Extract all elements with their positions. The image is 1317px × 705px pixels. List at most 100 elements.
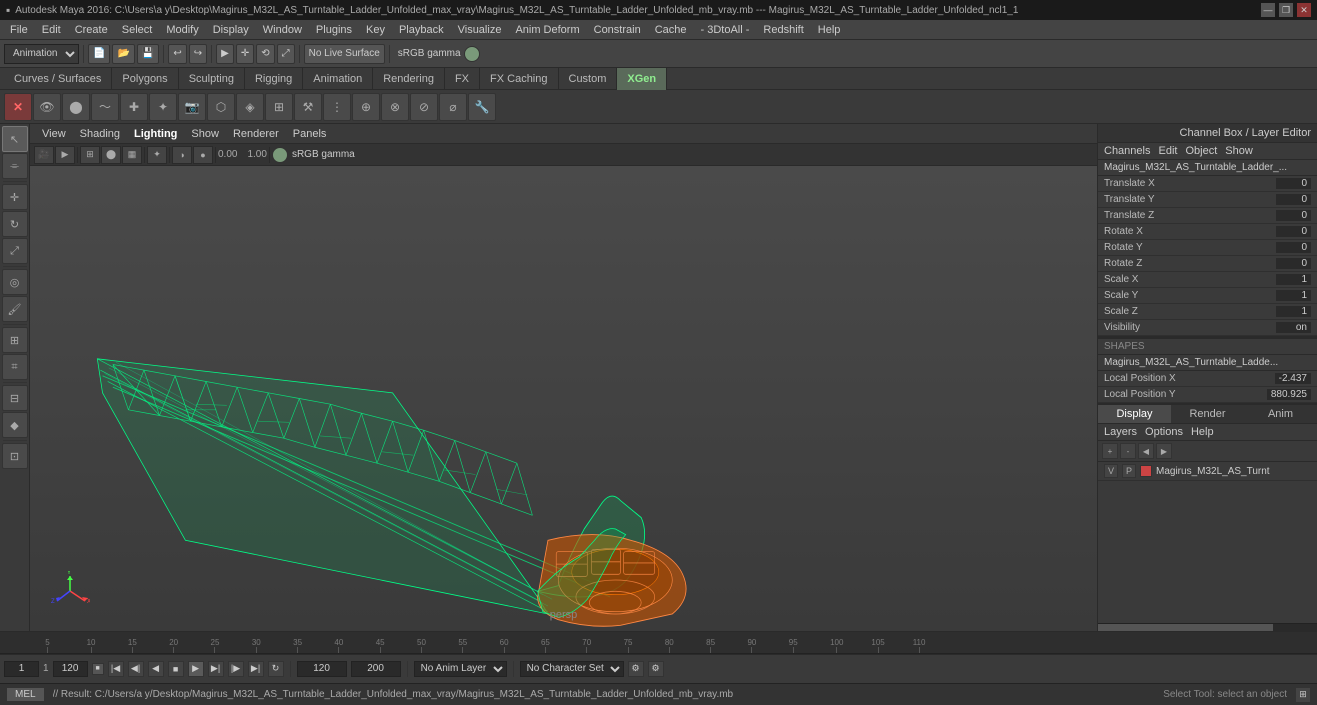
play-start-button[interactable]: |◀ xyxy=(108,661,124,677)
undo-button[interactable]: ↩ xyxy=(168,44,186,64)
menu-item-display[interactable]: Display xyxy=(207,22,255,38)
cb-menu-channels[interactable]: Channels xyxy=(1104,145,1150,157)
no-live-surface-button[interactable]: No Live Surface xyxy=(304,44,385,64)
shelf-icon-tool3[interactable]: ⊕ xyxy=(352,93,380,121)
shelf-tab-fx[interactable]: FX xyxy=(445,68,480,90)
menu-item-file[interactable]: File xyxy=(4,22,34,38)
channel-row[interactable]: Translate Y 0 xyxy=(1098,192,1317,208)
shelf-icon-tool4[interactable]: ⊗ xyxy=(381,93,409,121)
scale-button[interactable]: ⤢ xyxy=(277,44,295,64)
shelf-tab-polygons[interactable]: Polygons xyxy=(112,68,178,90)
shelf-icon-geom3[interactable]: ⊞ xyxy=(265,93,293,121)
menu-item-key[interactable]: Key xyxy=(360,22,391,38)
layer-visibility-button[interactable]: V xyxy=(1104,464,1118,478)
shelf-tab-sculpting[interactable]: Sculpting xyxy=(179,68,245,90)
script-editor-button[interactable]: ⊞ xyxy=(1295,687,1311,703)
menu-item-modify[interactable]: Modify xyxy=(160,22,204,38)
frame-display-btn[interactable]: ■ xyxy=(92,663,104,675)
anim-layer-dropdown[interactable]: No Anim Layer xyxy=(414,661,507,677)
vp-shade1-icon[interactable]: ◑ xyxy=(172,146,192,164)
save-file-button[interactable]: 💾 xyxy=(137,44,159,64)
rotate-button[interactable]: ⟲ xyxy=(256,44,274,64)
char-set-btn1[interactable]: ⚙ xyxy=(628,661,644,677)
menu-item-redshift[interactable]: Redshift xyxy=(757,22,809,38)
cb-menu-object[interactable]: Object xyxy=(1185,145,1217,157)
shelf-icon-camera[interactable]: 📷 xyxy=(178,93,206,121)
lasso-tool[interactable]: ⌯ xyxy=(2,153,28,179)
right-panel-scrollbar[interactable] xyxy=(1098,623,1317,631)
playback-end-input[interactable] xyxy=(351,661,401,677)
shelf-icon-curve[interactable]: 〜 xyxy=(91,93,119,121)
shelf-tab-rendering[interactable]: Rendering xyxy=(373,68,445,90)
layers-remove-icon[interactable]: - xyxy=(1120,443,1136,459)
shelf-icon-tool6[interactable]: ⌀ xyxy=(439,93,467,121)
next-frame-button[interactable]: |▶ xyxy=(228,661,244,677)
scrollbar-thumb[interactable] xyxy=(1098,624,1273,631)
shelf-icon-tool7[interactable]: 🔧 xyxy=(468,93,496,121)
stop-button[interactable]: ■ xyxy=(168,661,184,677)
channel-row[interactable]: Translate X 0 xyxy=(1098,176,1317,192)
loop-button[interactable]: ↻ xyxy=(268,661,284,677)
vp-select-icon[interactable]: ▶ xyxy=(55,146,75,164)
display-tab-render[interactable]: Render xyxy=(1171,405,1244,423)
shelf-icon-tool2[interactable]: ⋮ xyxy=(323,93,351,121)
vp-shade2-icon[interactable]: ● xyxy=(193,146,213,164)
shelf-icon-geom2[interactable]: ◈ xyxy=(236,93,264,121)
channel-row[interactable]: Rotate Z 0 xyxy=(1098,256,1317,272)
menu-item---3dtoall--[interactable]: - 3DtoAll - xyxy=(695,22,756,38)
menu-item-select[interactable]: Select xyxy=(116,22,159,38)
shelf-icon-geom1[interactable]: ⬡ xyxy=(207,93,235,121)
menu-item-plugins[interactable]: Plugins xyxy=(310,22,358,38)
shelf-icon-tool5[interactable]: ⊘ xyxy=(410,93,438,121)
select-button[interactable]: ▶ xyxy=(216,44,234,64)
shelf-icon-plus[interactable]: ✚ xyxy=(120,93,148,121)
menu-item-constrain[interactable]: Constrain xyxy=(588,22,647,38)
cb-menu-show[interactable]: Show xyxy=(1225,145,1253,157)
display-layer-tool[interactable]: ⊟ xyxy=(2,385,28,411)
vp-menu-panels[interactable]: Panels xyxy=(287,127,333,141)
paint-tool[interactable]: 🖌 xyxy=(2,296,28,322)
shelf-tab-xgen[interactable]: XGen xyxy=(617,68,667,90)
menu-item-cache[interactable]: Cache xyxy=(649,22,693,38)
layers-add-icon[interactable]: + xyxy=(1102,443,1118,459)
vp-menu-lighting[interactable]: Lighting xyxy=(128,127,183,141)
new-file-button[interactable]: 📄 xyxy=(88,44,110,64)
shelf-icon-light[interactable]: ✦ xyxy=(149,93,177,121)
move-tool[interactable]: ✛ xyxy=(2,184,28,210)
current-frame-input[interactable] xyxy=(4,661,39,677)
shelf-icon-eye[interactable]: 👁 xyxy=(33,93,61,121)
restore-button[interactable]: ❐ xyxy=(1279,3,1293,17)
prev-frame-button[interactable]: ◀| xyxy=(128,661,144,677)
channel-row[interactable]: Scale Y 1 xyxy=(1098,288,1317,304)
scale-tool[interactable]: ⤢ xyxy=(2,238,28,264)
vp-menu-renderer[interactable]: Renderer xyxy=(227,127,285,141)
channel-row[interactable]: Rotate Y 0 xyxy=(1098,240,1317,256)
layers-menu-options[interactable]: Options xyxy=(1145,426,1183,438)
vp-light-icon[interactable]: ✦ xyxy=(147,146,167,164)
vp-menu-view[interactable]: View xyxy=(36,127,72,141)
channel-row[interactable]: Scale X 1 xyxy=(1098,272,1317,288)
menu-item-anim-deform[interactable]: Anim Deform xyxy=(509,22,585,38)
shelf-icon-tool1[interactable]: ⚒ xyxy=(294,93,322,121)
open-file-button[interactable]: 📂 xyxy=(112,44,134,64)
cb-menu-edit[interactable]: Edit xyxy=(1158,145,1177,157)
channel-row[interactable]: Visibility on xyxy=(1098,320,1317,336)
char-set-btn2[interactable]: ⚙ xyxy=(648,661,664,677)
next-key-button[interactable]: ▶| xyxy=(208,661,224,677)
display-tab-anim[interactable]: Anim xyxy=(1244,405,1317,423)
minimize-button[interactable]: — xyxy=(1261,3,1275,17)
shelf-icon-sphere[interactable]: ⬤ xyxy=(62,93,90,121)
channel-row[interactable]: Rotate X 0 xyxy=(1098,224,1317,240)
shelf-tab-custom[interactable]: Custom xyxy=(559,68,618,90)
vp-menu-shading[interactable]: Shading xyxy=(74,127,126,141)
vp-wireframe-icon[interactable]: ⊞ xyxy=(80,146,100,164)
move-button[interactable]: ✛ xyxy=(236,44,254,64)
vp-smooth-icon[interactable]: ⬤ xyxy=(101,146,121,164)
prev-key-button[interactable]: ◀ xyxy=(148,661,164,677)
channel-row[interactable]: Translate Z 0 xyxy=(1098,208,1317,224)
anim-tool[interactable]: ◆ xyxy=(2,412,28,438)
layers-arrow-left-icon[interactable]: ◀ xyxy=(1138,443,1154,459)
layer-pick-button[interactable]: P xyxy=(1122,464,1136,478)
layers-arrow-right-icon[interactable]: ▶ xyxy=(1156,443,1172,459)
quick-sel-tool[interactable]: ⊡ xyxy=(2,443,28,469)
